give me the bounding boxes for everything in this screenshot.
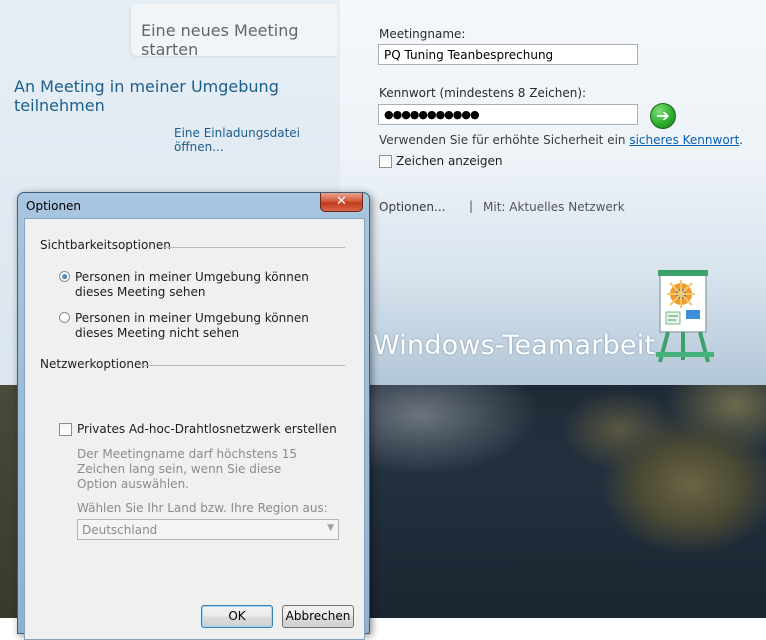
security-hint: Verwenden Sie für erhöhte Sicherheit ein… xyxy=(379,133,743,147)
strong-password-link[interactable]: sicheres Kennwort xyxy=(629,133,739,147)
country-label: Wählen Sie Ihr Land bzw. Ihre Region aus… xyxy=(77,501,328,515)
ok-button[interactable]: OK xyxy=(201,605,273,628)
go-arrow-icon: ➔ xyxy=(656,106,670,125)
country-dropdown[interactable]: Deutschland ▼ xyxy=(77,519,339,540)
start-meeting-go-button[interactable]: ➔ xyxy=(650,103,676,129)
meeting-name-field[interactable]: PQ Tuning Teanbesprechung xyxy=(378,44,638,65)
radio-visible-label: Personen in meiner Umgebung können diese… xyxy=(75,270,309,299)
country-dropdown-value: Deutschland xyxy=(82,523,158,537)
password-label: Kennwort (mindestens 8 Zeichen): xyxy=(379,86,587,100)
meeting-name-label: Meetingname: xyxy=(379,27,466,41)
show-characters-label: Zeichen anzeigen xyxy=(396,154,503,168)
radio-hidden[interactable] xyxy=(59,312,70,323)
windows-teamarbeit-brand: Windows-Teamarbeit xyxy=(373,330,656,361)
dialog-client-area: Sichtbarkeitsoptionen Personen in meiner… xyxy=(24,218,365,640)
network-group-title: Netzwerkoptionen xyxy=(40,357,149,371)
flipchart-icon xyxy=(656,270,714,363)
join-nearby-meeting-link[interactable]: An Meeting in meiner Umgebung teilnehmen xyxy=(14,77,340,115)
security-hint-suffix: . xyxy=(739,133,744,147)
network-group-divider xyxy=(141,365,345,366)
close-icon: ✕ xyxy=(336,194,347,209)
radio-visible[interactable] xyxy=(59,271,70,282)
visibility-group-title: Sichtbarkeitsoptionen xyxy=(40,238,171,252)
open-invitation-file-link[interactable]: Eine Einladungsdatei öffnen... xyxy=(174,126,340,154)
security-hint-text: Verwenden Sie für erhöhte Sicherheit ein xyxy=(379,133,630,147)
separator: | xyxy=(469,199,474,213)
password-field[interactable]: ●●●●●●●●●●● xyxy=(378,104,638,125)
radio-hidden-label: Personen in meiner Umgebung können diese… xyxy=(75,311,309,340)
adhoc-network-label: Privates Ad-hoc-Drahtlosnetzwerk erstell… xyxy=(77,422,337,436)
dialog-title: Optionen xyxy=(26,199,82,213)
adhoc-network-note: Der Meetingname darf höchstens 15 Zeiche… xyxy=(77,447,297,491)
options-link[interactable]: Optionen... xyxy=(379,200,445,214)
show-characters-checkbox[interactable] xyxy=(379,155,392,168)
options-dialog: Optionen ✕ Sichtbarkeitsoptionen Persone… xyxy=(17,192,370,640)
adhoc-network-checkbox[interactable] xyxy=(59,423,72,436)
chevron-down-icon: ▼ xyxy=(327,523,334,533)
close-button[interactable]: ✕ xyxy=(320,193,363,212)
start-meeting-tab[interactable]: Eine neues Meeting starten xyxy=(131,4,337,59)
visibility-group-divider xyxy=(159,247,345,248)
network-status: Mit: Aktuelles Netzwerk xyxy=(483,200,625,214)
cancel-button[interactable]: Abbrechen xyxy=(282,605,354,628)
adhoc-network-option[interactable]: Privates Ad-hoc-Drahtlosnetzwerk erstell… xyxy=(59,422,337,436)
start-meeting-tab-label: Eine neues Meeting starten xyxy=(141,21,299,59)
show-characters-option[interactable]: Zeichen anzeigen xyxy=(379,154,503,168)
